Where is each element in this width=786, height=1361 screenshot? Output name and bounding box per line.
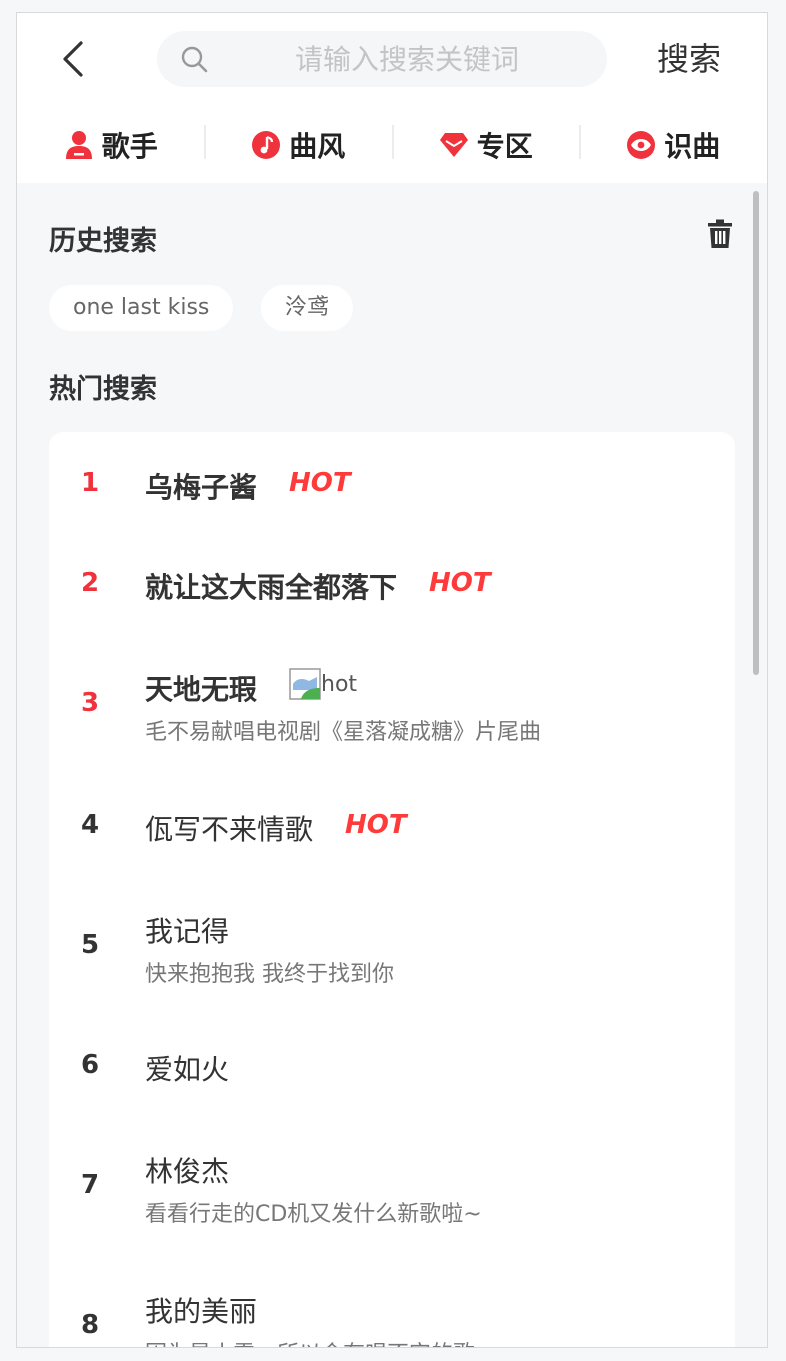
rank-number: 5 xyxy=(81,930,100,960)
song-title: 佤写不来情歌 xyxy=(145,813,314,846)
category-recognize[interactable]: 识曲 xyxy=(580,119,768,171)
music-note-icon xyxy=(251,130,281,160)
search-content: 历史搜索 one last kiss 泠鸢 热门搜索 1 乌梅子酱 HOT 2 xyxy=(17,183,767,1347)
rank-number: 2 xyxy=(81,568,100,598)
hot-badge-image: hot xyxy=(289,668,357,700)
song-title: 天地无瑕 xyxy=(145,673,258,706)
search-icon xyxy=(181,46,208,73)
hot-list-item[interactable]: 7 林俊杰 看看行走的CD机又发什么新歌啦~ xyxy=(49,1112,735,1252)
rank-number: 8 xyxy=(81,1310,100,1340)
back-button[interactable] xyxy=(57,37,91,81)
singer-icon xyxy=(64,130,94,160)
hot-badge: HOT xyxy=(345,810,407,840)
broken-image-alt: hot xyxy=(321,671,358,697)
clear-history-button[interactable] xyxy=(707,219,733,249)
search-input[interactable] xyxy=(227,31,587,87)
song-desc: 快来抱抱我 我终于找到你 xyxy=(145,962,394,987)
history-chip[interactable]: one last kiss xyxy=(49,285,234,331)
hot-badge: HOT xyxy=(429,568,491,598)
category-label: 曲风 xyxy=(289,130,346,163)
category-divider xyxy=(579,125,581,159)
diamond-icon xyxy=(439,130,469,160)
rank-number: 1 xyxy=(81,468,100,498)
search-button[interactable]: 搜索 xyxy=(657,37,721,81)
song-desc: 看看行走的CD机又发什么新歌啦~ xyxy=(145,1202,482,1227)
category-divider xyxy=(204,125,206,159)
hot-badge: HOT xyxy=(289,468,351,498)
history-title: 历史搜索 xyxy=(49,226,157,257)
category-divider xyxy=(392,125,394,159)
rank-number: 6 xyxy=(81,1050,100,1080)
hot-search-list: 1 乌梅子酱 HOT 2 就让这大雨全都落下 HOT 3 天地无瑕 hot 毛不… xyxy=(49,432,735,1347)
search-box[interactable] xyxy=(157,31,607,87)
category-label: 专区 xyxy=(476,130,533,163)
hot-list-item[interactable]: 2 就让这大雨全都落下 HOT xyxy=(49,532,735,632)
category-label: 识曲 xyxy=(664,130,721,163)
song-desc: 因为是小雪，所以会有唱不完的歌 xyxy=(145,1336,475,1347)
song-desc: 毛不易献唱电视剧《星落凝成糖》片尾曲 xyxy=(145,720,542,745)
hot-list-item[interactable]: 5 我记得 快来抱抱我 我终于找到你 xyxy=(49,872,735,1012)
top-bar: 搜索 歌手 xyxy=(17,13,767,183)
category-singer[interactable]: 歌手 xyxy=(17,119,205,171)
history-chip[interactable]: 泠鸢 xyxy=(261,285,354,331)
chevron-left-icon xyxy=(63,41,83,77)
hot-list-item[interactable]: 8 我的美丽 因为是小雪，所以会有唱不完的歌 xyxy=(49,1252,735,1347)
hot-list-item[interactable]: 3 天地无瑕 hot 毛不易献唱电视剧《星落凝成糖》片尾曲 xyxy=(49,632,735,772)
scrollbar[interactable] xyxy=(753,191,759,675)
song-title: 我的美丽 xyxy=(145,1295,258,1328)
hot-list-item[interactable]: 1 乌梅子酱 HOT xyxy=(49,432,735,532)
eye-icon xyxy=(626,130,656,160)
broken-image-icon xyxy=(289,668,321,700)
hot-title: 热门搜索 xyxy=(49,374,157,405)
hot-list-item[interactable]: 4 佤写不来情歌 HOT xyxy=(49,772,735,872)
rank-number: 3 xyxy=(81,688,100,718)
song-title: 就让这大雨全都落下 xyxy=(145,571,398,604)
category-label: 歌手 xyxy=(101,130,158,163)
song-title: 我记得 xyxy=(145,915,230,948)
app-frame: 搜索 歌手 xyxy=(16,12,768,1348)
song-title: 爱如火 xyxy=(145,1053,230,1086)
song-title: 乌梅子酱 xyxy=(145,471,258,504)
category-genre[interactable]: 曲风 xyxy=(205,119,393,171)
hot-list-item[interactable]: 6 爱如火 xyxy=(49,1012,735,1112)
rank-number: 7 xyxy=(81,1170,100,1200)
trash-icon xyxy=(708,219,732,248)
rank-number: 4 xyxy=(81,810,100,840)
category-zone[interactable]: 专区 xyxy=(392,119,580,171)
song-title: 林俊杰 xyxy=(145,1155,230,1188)
